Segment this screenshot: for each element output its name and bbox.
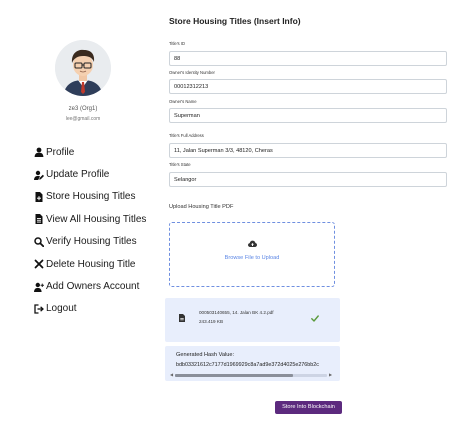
sidebar-nav: Profile Update Profile Store Housing Tit… bbox=[34, 141, 146, 320]
owner-id-label: Owner's Identity Number bbox=[169, 70, 215, 75]
sidebar-item-verify-housing-titles[interactable]: Verify Housing Titles bbox=[34, 231, 146, 253]
sidebar-item-add-owners-account[interactable]: Add Owners Account bbox=[34, 275, 146, 297]
user-plus-icon bbox=[34, 282, 44, 292]
sidebar-item-delete-housing-title[interactable]: Delete Housing Title bbox=[34, 253, 146, 275]
sidebar-item-profile[interactable]: Profile bbox=[34, 141, 146, 163]
owner-id-field[interactable] bbox=[169, 79, 447, 94]
sidebar-item-label: Delete Housing Title bbox=[46, 258, 136, 270]
avatar bbox=[55, 40, 111, 96]
user-edit-icon bbox=[34, 170, 44, 180]
sidebar-item-update-profile[interactable]: Update Profile bbox=[34, 163, 146, 185]
sidebar-item-label: Update Profile bbox=[46, 169, 110, 181]
search-icon bbox=[34, 237, 44, 247]
scroll-right-arrow-icon[interactable]: ▶ bbox=[329, 373, 332, 377]
hash-value: bdb03321612c7177d1969929c8a7ad9e372d4025… bbox=[176, 362, 319, 368]
upload-label: Upload Housing Title PDF bbox=[169, 204, 234, 210]
user-icon bbox=[34, 147, 44, 158]
hash-card: Generated Hash Value: bdb03321612c7177d1… bbox=[165, 346, 340, 381]
file-dropzone[interactable]: Browse File to Upload bbox=[169, 222, 335, 287]
user-email: lee@gmail.com bbox=[65, 116, 101, 122]
state-label: Title's State bbox=[169, 162, 191, 167]
file-name: 000503140655, 14. Jalan BK 4.2.pdf bbox=[199, 310, 274, 315]
x-icon bbox=[34, 259, 44, 269]
check-icon bbox=[311, 315, 319, 322]
sidebar-item-label: Verify Housing Titles bbox=[46, 236, 137, 248]
owner-name-field[interactable] bbox=[169, 108, 447, 123]
sidebar-item-label: Store Housing Titles bbox=[46, 191, 136, 203]
address-field[interactable] bbox=[169, 143, 447, 158]
title-id-field[interactable] bbox=[169, 51, 447, 66]
hash-label: Generated Hash Value: bbox=[176, 352, 235, 358]
page-title: Store Housing Titles (Insert Info) bbox=[169, 16, 301, 26]
sidebar-item-logout[interactable]: Logout bbox=[34, 298, 146, 320]
file-plus-icon bbox=[34, 191, 44, 202]
state-field[interactable] bbox=[169, 172, 447, 187]
title-id-label: Title's ID bbox=[169, 41, 185, 46]
uploaded-file-card: 000503140655, 14. Jalan BK 4.2.pdf 243.4… bbox=[165, 298, 340, 342]
file-list-icon bbox=[34, 214, 44, 225]
sidebar-item-view-all-housing-titles[interactable]: View All Housing Titles bbox=[34, 208, 146, 230]
sidebar-item-label: Profile bbox=[46, 146, 75, 158]
browse-file-link[interactable]: Browse File to Upload bbox=[170, 255, 334, 261]
file-size: 243.419 KB bbox=[199, 319, 224, 324]
cloud-upload-icon bbox=[248, 240, 257, 248]
user-name: ze3 (Org1) bbox=[68, 106, 98, 112]
owner-name-label: Owner's Name bbox=[169, 99, 197, 104]
scrollbar-thumb[interactable] bbox=[175, 374, 293, 377]
store-into-blockchain-button[interactable]: Store Into Blockchain bbox=[275, 401, 342, 414]
sidebar-item-label: View All Housing Titles bbox=[46, 213, 147, 225]
sidebar-item-store-housing-titles[interactable]: Store Housing Titles bbox=[34, 186, 146, 208]
logout-icon bbox=[34, 304, 44, 314]
address-label: Title's Full Address bbox=[169, 133, 204, 138]
scroll-left-arrow-icon[interactable]: ◀ bbox=[170, 373, 173, 377]
sidebar-item-label: Add Owners Account bbox=[46, 281, 140, 293]
sidebar-item-label: Logout bbox=[46, 303, 77, 315]
file-icon bbox=[179, 314, 185, 322]
